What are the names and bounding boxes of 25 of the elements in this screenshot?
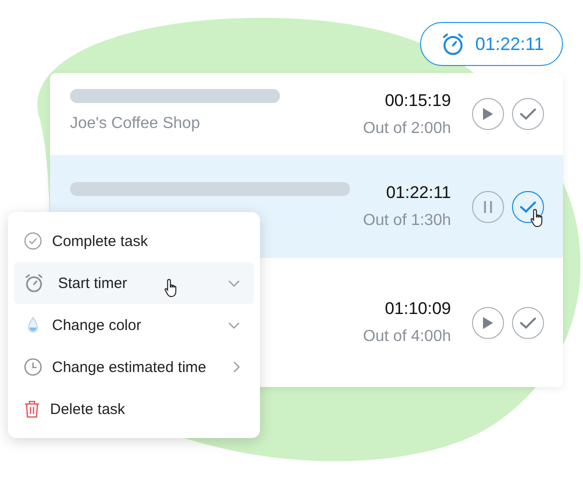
check-circle-icon — [24, 232, 42, 250]
task-time: 01:22:11 — [386, 183, 451, 203]
trash-icon — [24, 400, 40, 418]
task-row[interactable]: Joe's Coffee Shop 00:15:19 Out of 2:00h — [50, 73, 563, 155]
menu-item[interactable]: Delete task — [14, 388, 254, 430]
check-icon — [520, 316, 536, 328]
clock-icon — [24, 358, 42, 376]
active-timer-badge[interactable]: 01:22:11 — [420, 22, 563, 66]
task-estimate: Out of 1:30h — [362, 212, 451, 230]
play-icon — [482, 107, 494, 121]
task-time: 00:15:19 — [384, 90, 451, 110]
task-time: 01:10:09 — [384, 299, 451, 319]
play-icon — [482, 316, 494, 330]
task-client: Joe's Coffee Shop — [70, 115, 201, 133]
task-estimate: Out of 2:00h — [362, 120, 451, 138]
pause-icon — [483, 200, 493, 214]
menu-item[interactable]: Start timer — [14, 262, 254, 304]
play-button[interactable] — [472, 306, 504, 338]
check-icon — [520, 108, 536, 120]
stopwatch-icon — [441, 32, 466, 56]
play-button[interactable] — [472, 98, 504, 130]
pause-button[interactable] — [472, 190, 504, 222]
task-estimate: Out of 4:00h — [362, 328, 451, 346]
stopwatch-icon — [24, 273, 44, 293]
check-icon — [520, 200, 536, 212]
